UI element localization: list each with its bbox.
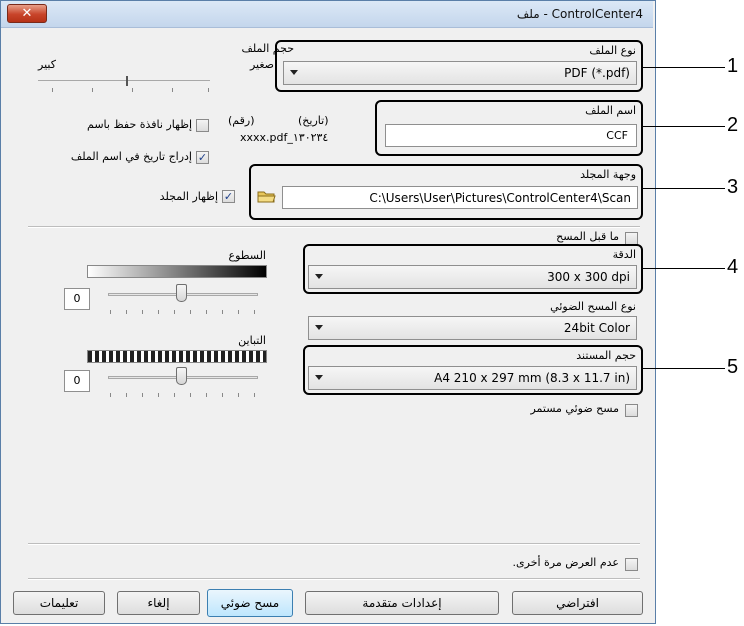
tick <box>132 88 133 92</box>
chevron-down-icon <box>315 375 323 380</box>
cancel-button[interactable]: إلغاء <box>117 591 200 615</box>
contrast-value[interactable]: 0 <box>64 370 90 392</box>
callout-line-3 <box>643 188 725 189</box>
destination-input[interactable]: C:\Users\User\Pictures\ControlCenter4\Sc… <box>282 186 638 209</box>
callout-4: 4 <box>727 256 739 278</box>
contrast-label: التباين <box>238 334 266 347</box>
advanced-settings-button[interactable]: إعدادات متقدمة <box>305 591 499 615</box>
tick <box>208 88 209 92</box>
chevron-down-icon <box>315 325 323 330</box>
file-size-label: حجم الملف <box>241 42 294 55</box>
file-type-value: PDF (*.pdf) <box>564 66 630 80</box>
scan-type-value: 24bit Color <box>563 321 630 335</box>
tick <box>92 88 93 92</box>
number-token-label: (رقم) <box>228 114 255 127</box>
browse-folder-button[interactable] <box>255 186 279 209</box>
file-name-value: CCF <box>606 129 628 142</box>
title-bar: ✕ ControlCenter4 - ملف <box>1 1 653 28</box>
file-size-thumb[interactable] <box>126 76 128 86</box>
help-button[interactable]: تعليمات <box>13 591 105 615</box>
file-type-combo[interactable]: PDF (*.pdf) <box>283 61 637 85</box>
file-name-input[interactable]: CCF <box>385 124 637 147</box>
show-folder-label: إظهار المجلد <box>159 190 218 203</box>
insert-date-label: إدراج تاريخ في اسم الملف <box>70 150 192 163</box>
callout-5: 5 <box>727 356 739 378</box>
destination-label: وجهة المجلد <box>580 168 636 181</box>
scan-type-label: نوع المسح الضوئي <box>550 300 636 313</box>
dont-show-label: عدم العرض مرة أخرى. <box>512 556 619 569</box>
show-save-as-checkbox[interactable] <box>196 119 209 132</box>
tick <box>52 88 53 92</box>
contrast-thumb[interactable] <box>176 367 187 385</box>
continuous-checkbox[interactable] <box>625 404 638 417</box>
tick <box>172 88 173 92</box>
default-button[interactable]: افتراضي <box>512 591 643 615</box>
doc-size-value: A4 210 x 297 mm (8.3 x 11.7 in) <box>434 371 630 385</box>
contrast-pattern <box>87 350 267 363</box>
prescan-label: ما قبل المسح <box>556 230 619 243</box>
window-title: ControlCenter4 - ملف <box>516 7 643 21</box>
resolution-value: 300 x 300 dpi <box>547 270 630 284</box>
resolution-label: الدقة <box>612 248 636 261</box>
callout-2: 2 <box>727 114 739 136</box>
separator <box>28 578 640 580</box>
contrast-ticks <box>110 393 258 397</box>
doc-size-combo[interactable]: A4 210 x 297 mm (8.3 x 11.7 in) <box>308 366 637 390</box>
file-name-label: اسم الملف <box>585 104 636 117</box>
callout-line-1 <box>643 67 725 68</box>
separator <box>28 226 640 228</box>
folder-icon <box>257 191 276 203</box>
file-name-example: xxxx.pdf_١٣٠٢٣٤ <box>240 131 329 144</box>
chevron-down-icon <box>290 70 298 75</box>
file-type-label: نوع الملف <box>589 44 636 57</box>
brightness-label: السطوع <box>228 249 267 262</box>
scan-button[interactable]: مسح ضوئي <box>207 589 293 617</box>
insert-date-checkbox[interactable]: ✓ <box>196 151 209 164</box>
file-size-track[interactable] <box>38 80 210 81</box>
doc-size-label: حجم المستند <box>576 349 636 362</box>
file-size-small-label: صغير <box>249 58 274 71</box>
show-save-as-label: إظهار نافذة حفظ باسم <box>87 118 192 131</box>
callout-line-5 <box>643 368 725 369</box>
date-token-label: (تاريخ) <box>298 114 329 127</box>
callout-line-4 <box>643 268 725 269</box>
brightness-gradient <box>87 265 267 278</box>
separator <box>28 543 640 545</box>
continuous-label: مسح ضوئي مستمر <box>530 402 619 415</box>
callout-line-2 <box>643 126 725 127</box>
show-folder-checkbox[interactable]: ✓ <box>222 190 235 203</box>
callout-3: 3 <box>727 176 739 198</box>
brightness-thumb[interactable] <box>176 284 187 302</box>
close-button[interactable]: ✕ <box>7 4 47 23</box>
file-size-large-label: كبير <box>38 58 56 71</box>
dont-show-checkbox[interactable] <box>625 558 638 571</box>
resolution-combo[interactable]: 300 x 300 dpi <box>308 265 637 289</box>
brightness-ticks <box>110 310 258 314</box>
chevron-down-icon <box>315 274 323 279</box>
scan-type-combo[interactable]: 24bit Color <box>308 316 637 340</box>
destination-value: C:\Users\User\Pictures\ControlCenter4\Sc… <box>369 191 631 205</box>
brightness-value[interactable]: 0 <box>64 288 90 310</box>
callout-1: 1 <box>727 55 739 77</box>
